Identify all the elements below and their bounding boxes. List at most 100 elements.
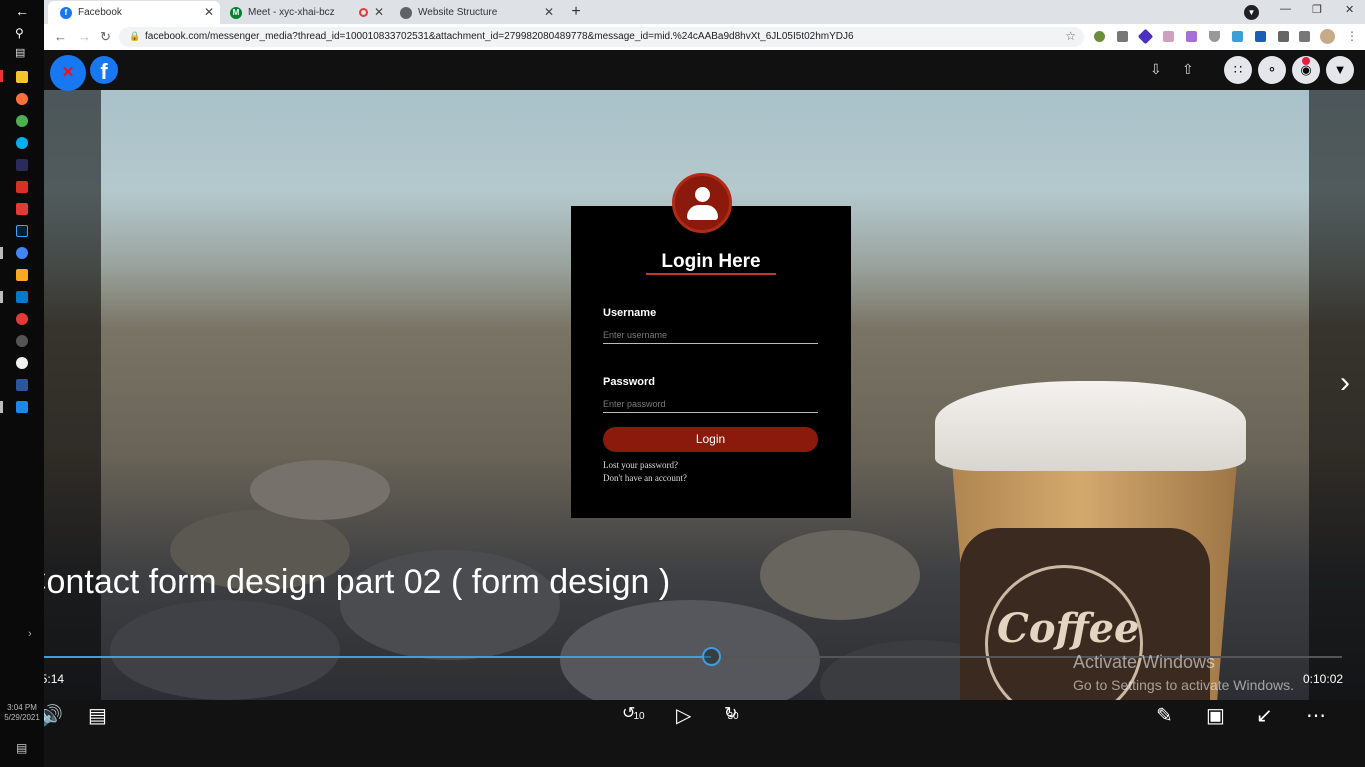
close-window-icon[interactable]: ✕: [1345, 3, 1354, 16]
play-icon[interactable]: ▷: [676, 703, 691, 728]
edit-pencil-icon[interactable]: ✎: [1156, 703, 1173, 728]
extension-icon[interactable]: [1209, 31, 1220, 42]
chevron-right-icon[interactable]: ›: [28, 628, 32, 640]
active-app-indicator: [0, 70, 3, 82]
back-icon[interactable]: ←: [54, 29, 67, 44]
stone: [560, 600, 820, 700]
close-icon[interactable]: ✕: [544, 5, 554, 19]
notification-badge: [1302, 57, 1310, 65]
browser-toolbar: ← → ↻ 🔒 facebook.com/messenger_media?thr…: [44, 24, 1365, 50]
stone: [760, 530, 920, 620]
login-title: Login Here: [661, 251, 761, 272]
meet-tab-icon: M: [230, 6, 242, 19]
photoshop-icon[interactable]: [16, 225, 28, 237]
chrome-icon[interactable]: [16, 115, 28, 127]
tab-label: Meet - xyc-xhai-bcz: [248, 7, 335, 18]
password-label: Password: [603, 376, 655, 388]
clock-time: 3:04 PM: [7, 703, 37, 712]
lost-password-link: Lost your password?: [603, 460, 678, 470]
next-arrow-icon[interactable]: ›: [1340, 366, 1350, 400]
user-avatar-icon: [672, 173, 732, 233]
title-underline: [646, 273, 776, 275]
activate-windows-subtitle: Go to Settings to activate Windows.: [1073, 677, 1294, 693]
chrome-active-icon[interactable]: [16, 247, 28, 259]
password-field: Enter password: [603, 399, 818, 413]
forward-icon[interactable]: →: [78, 29, 91, 44]
login-button: Login: [603, 427, 818, 452]
settings-icon[interactable]: [16, 335, 28, 347]
extension-icon[interactable]: [1186, 31, 1197, 42]
messenger-icon[interactable]: ⚬: [1258, 56, 1286, 84]
menu-icon[interactable]: ⋮: [1346, 29, 1358, 43]
video-title: Contact form design part 02 ( form desig…: [22, 563, 671, 601]
tab-search-icon[interactable]: ▼: [1244, 5, 1259, 20]
tab-facebook[interactable]: f Facebook ✕: [48, 1, 220, 24]
app-icon[interactable]: [16, 269, 28, 281]
minimize-icon[interactable]: —: [1280, 3, 1291, 15]
stone: [250, 460, 390, 520]
username-field: Enter username: [603, 330, 818, 344]
stone: [110, 600, 340, 700]
share-icon[interactable]: ⇧: [1182, 61, 1194, 78]
phpstorm-icon[interactable]: [16, 159, 28, 171]
facebook-logo-icon[interactable]: f: [90, 56, 118, 84]
tab-label: Facebook: [78, 7, 122, 18]
miniplayer-icon[interactable]: ▣: [1206, 703, 1225, 728]
tab-label: Website Structure: [418, 7, 498, 18]
recording-icon: [359, 8, 368, 17]
forward-seconds: 30: [727, 711, 739, 722]
screen: ← ⚲ ▤ › 3:04 PM 5/29/2021 ▤ f Facebook ✕…: [0, 0, 1365, 767]
subtitles-icon[interactable]: ▤: [88, 703, 107, 728]
restore-icon[interactable]: ❐: [1312, 3, 1322, 16]
notification-icon[interactable]: ▤: [16, 741, 27, 755]
download-icon[interactable]: ⇩: [1150, 61, 1162, 78]
close-viewer-button[interactable]: ✕: [50, 55, 86, 91]
seek-handle[interactable]: [701, 647, 721, 666]
clock[interactable]: 3:04 PM 5/29/2021: [0, 703, 44, 723]
opera-icon[interactable]: [16, 313, 28, 325]
facebook-viewer-bar: ✕ f ⇩ ⇧ ∷ ⚬ ◉ ▼: [44, 50, 1365, 91]
camera-extension-icon[interactable]: [1117, 31, 1128, 42]
extension-icon[interactable]: [1255, 31, 1266, 42]
file-explorer-icon[interactable]: [16, 71, 28, 83]
tab-meet[interactable]: M Meet - xyc-xhai-bcz ✕: [218, 1, 390, 24]
app-icon[interactable]: [16, 181, 28, 193]
url-text: facebook.com/messenger_media?thread_id=1…: [145, 31, 854, 42]
address-bar[interactable]: 🔒 facebook.com/messenger_media?thread_id…: [119, 27, 1084, 47]
firefox-icon[interactable]: [16, 93, 28, 105]
task-view-icon[interactable]: ▤: [15, 46, 25, 59]
app-icon[interactable]: [16, 401, 28, 413]
back-arrow-icon[interactable]: ←: [15, 4, 29, 18]
avatar-head: [695, 187, 710, 202]
extension-icon[interactable]: [1137, 28, 1154, 45]
search-icon[interactable]: ⚲: [15, 26, 24, 40]
close-icon[interactable]: ✕: [204, 5, 214, 19]
extension-icon[interactable]: [1232, 31, 1243, 42]
more-options-icon[interactable]: ⋯: [1306, 703, 1326, 728]
lock-icon[interactable]: 🔒: [129, 31, 140, 42]
clock-date: 5/29/2021: [4, 713, 40, 722]
reload-icon[interactable]: ↻: [100, 29, 111, 45]
close-icon[interactable]: ✕: [374, 5, 384, 19]
bookmark-star-icon[interactable]: ☆: [1065, 29, 1076, 43]
exit-fullscreen-icon[interactable]: ↙: [1256, 703, 1273, 728]
avatar-body: [687, 205, 718, 220]
extension-icon[interactable]: [1094, 31, 1105, 42]
account-dropdown-icon[interactable]: ▼: [1326, 56, 1354, 84]
puzzle-icon[interactable]: [1278, 31, 1289, 42]
media-icon[interactable]: [16, 203, 28, 215]
globe-icon: [400, 6, 412, 19]
skype-icon[interactable]: [16, 137, 28, 149]
media-control-icon[interactable]: [1299, 31, 1310, 42]
profile-avatar[interactable]: [1320, 29, 1335, 44]
app-icon[interactable]: [16, 357, 28, 369]
tab-website-structure[interactable]: Website Structure ✕: [388, 1, 560, 24]
extension-icon[interactable]: [1163, 31, 1174, 42]
seek-progress: [22, 656, 711, 658]
vscode-icon[interactable]: [16, 291, 28, 303]
word-icon[interactable]: [16, 379, 28, 391]
facebook-tab-icon: f: [60, 6, 72, 19]
menu-grid-icon[interactable]: ∷: [1224, 56, 1252, 84]
signup-link: Don't have an account?: [603, 473, 687, 483]
new-tab-button[interactable]: +: [567, 3, 585, 21]
